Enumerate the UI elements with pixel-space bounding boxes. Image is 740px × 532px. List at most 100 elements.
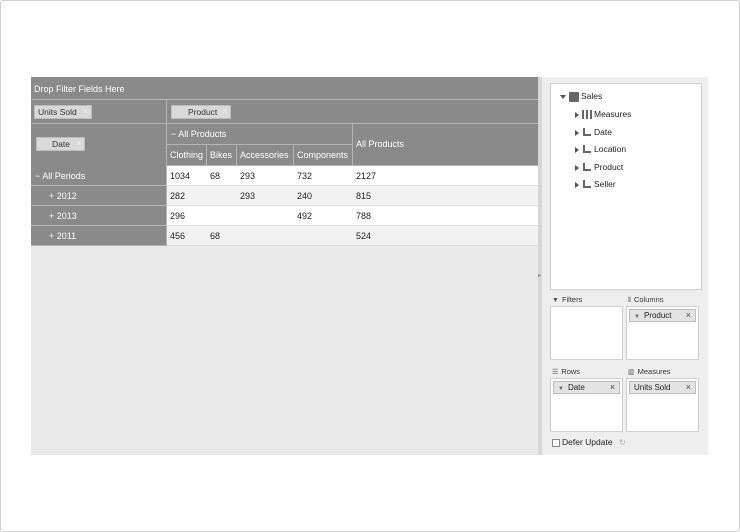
- data-cell[interactable]: 456: [167, 226, 207, 246]
- dimension-icon: [582, 127, 592, 138]
- measures-chip-units-sold[interactable]: Units Sold ×: [629, 381, 696, 394]
- close-icon[interactable]: ×: [686, 310, 691, 321]
- column-header-grand-total: All Products: [353, 124, 538, 166]
- defer-update-label: Defer Update: [562, 437, 613, 447]
- measures-drop-area[interactable]: Units Sold ×: [626, 378, 699, 432]
- row-field-zone: Date ×: [31, 124, 167, 166]
- sort-arrow-icon[interactable]: ▼: [634, 312, 640, 323]
- column-header-clothing[interactable]: Clothing: [167, 145, 207, 166]
- rows-drop-area[interactable]: ▼ Date ×: [550, 378, 623, 432]
- column-header-label: All Products: [356, 139, 405, 149]
- expand-icon[interactable]: [575, 146, 579, 153]
- field-list-panel: Sales Measures Date Location Product Sel…: [542, 77, 708, 455]
- data-cell[interactable]: 524: [353, 226, 538, 246]
- expand-icon[interactable]: +: [49, 211, 54, 221]
- close-icon[interactable]: ×: [610, 382, 615, 393]
- tree-node-label: Seller: [594, 179, 616, 189]
- data-cell[interactable]: [237, 226, 294, 246]
- data-cell[interactable]: 293: [237, 186, 294, 206]
- tree-node-label: Product: [594, 162, 624, 172]
- data-cell[interactable]: 815: [353, 186, 538, 206]
- filters-area-label: ▼ Filters: [552, 295, 582, 304]
- row-field-label: Date: [52, 139, 70, 149]
- data-cell[interactable]: 68: [207, 166, 237, 186]
- row-field-date[interactable]: Date ×: [36, 137, 85, 151]
- tree-node-product[interactable]: Product: [575, 162, 623, 173]
- row-header-label: All Periods: [42, 171, 86, 181]
- data-cell[interactable]: 240: [294, 186, 353, 206]
- filter-drop-zone[interactable]: Drop Filter Fields Here: [31, 77, 538, 100]
- dimension-icon: [582, 179, 592, 190]
- column-header-accessories[interactable]: Accessories: [237, 145, 294, 166]
- dimension-icon: [582, 144, 592, 155]
- dimension-icon: [582, 162, 592, 173]
- columns-area-label: ⫴ Columns: [628, 295, 664, 305]
- tree-node-label: Sales: [581, 91, 603, 101]
- data-cell[interactable]: 788: [353, 206, 538, 226]
- update-button[interactable]: ↻: [619, 438, 628, 447]
- data-cell[interactable]: 282: [167, 186, 207, 206]
- chip-label: Date: [567, 383, 585, 392]
- expand-icon[interactable]: [575, 181, 579, 188]
- data-cell[interactable]: 2127: [353, 166, 538, 186]
- row-header-2012[interactable]: + 2012: [31, 186, 167, 206]
- chip-label: Product: [643, 311, 672, 320]
- tree-node-date[interactable]: Date: [575, 127, 612, 138]
- rows-chip-date[interactable]: ▼ Date ×: [553, 381, 620, 394]
- tree-node-sales[interactable]: Sales: [560, 91, 602, 102]
- collapse-icon[interactable]: −: [171, 129, 176, 139]
- expand-icon[interactable]: [575, 129, 579, 136]
- expand-icon[interactable]: +: [49, 191, 54, 201]
- measures-area-label: ▥ Measures: [628, 367, 671, 376]
- area-title: Filters: [561, 295, 583, 304]
- area-title: Measures: [637, 367, 671, 376]
- close-icon[interactable]: ×: [83, 106, 88, 118]
- refresh-icon: ↻: [619, 438, 626, 447]
- row-header-2011[interactable]: + 2011: [31, 226, 167, 246]
- tree-node-seller[interactable]: Seller: [575, 179, 616, 190]
- data-cell[interactable]: [294, 226, 353, 246]
- data-cell[interactable]: [207, 186, 237, 206]
- measures-icon: ▥: [628, 369, 635, 376]
- close-icon[interactable]: ×: [76, 138, 81, 150]
- column-header-components[interactable]: Components: [294, 145, 353, 166]
- rows-area-label: ☰ Rows: [552, 367, 580, 376]
- sort-arrow-icon[interactable]: ▼: [558, 384, 564, 395]
- data-field-units-sold[interactable]: Units Sold ×: [34, 105, 92, 119]
- column-header-all-products[interactable]: − All Products: [167, 124, 353, 145]
- data-cell[interactable]: [207, 206, 237, 226]
- columns-chip-product[interactable]: ▼ Product ×: [629, 309, 696, 322]
- tree-node-measures[interactable]: Measures: [575, 109, 631, 120]
- data-cell[interactable]: 296: [167, 206, 207, 226]
- defer-update-checkbox[interactable]: [552, 438, 560, 447]
- expand-icon[interactable]: [575, 164, 579, 171]
- area-title: Rows: [561, 367, 581, 376]
- column-field-product[interactable]: Product ×: [171, 105, 231, 119]
- collapse-icon[interactable]: −: [35, 171, 40, 181]
- expand-icon[interactable]: [575, 111, 579, 118]
- data-cell[interactable]: 293: [237, 166, 294, 186]
- tree-node-location[interactable]: Location: [575, 144, 626, 155]
- data-cell[interactable]: 68: [207, 226, 237, 246]
- data-cell[interactable]: 732: [294, 166, 353, 186]
- data-cell[interactable]: [237, 206, 294, 226]
- column-header-bikes[interactable]: Bikes: [207, 145, 237, 166]
- close-icon[interactable]: ×: [222, 106, 227, 118]
- tree-node-label: Location: [594, 144, 627, 154]
- data-cell[interactable]: 1034: [167, 166, 207, 186]
- rows-icon: ☰: [552, 369, 559, 376]
- pivot-grid: Drop Filter Fields Here Units Sold × Pro…: [31, 77, 538, 455]
- row-header-2013[interactable]: + 2013: [31, 206, 167, 226]
- tree-node-label: Date: [594, 127, 612, 137]
- columns-drop-area[interactable]: ▼ Product ×: [626, 306, 699, 360]
- row-header-all-periods[interactable]: − All Periods: [31, 166, 167, 186]
- data-cell[interactable]: 492: [294, 206, 353, 226]
- defer-update[interactable]: Defer Update: [552, 437, 613, 447]
- data-field-zone: Units Sold ×: [31, 100, 167, 124]
- measures-icon: [582, 110, 592, 120]
- close-icon[interactable]: ×: [686, 382, 691, 393]
- filters-drop-area[interactable]: [550, 306, 623, 360]
- cube-icon: [569, 91, 579, 102]
- expand-icon[interactable]: +: [49, 231, 54, 241]
- collapse-icon[interactable]: [560, 94, 566, 99]
